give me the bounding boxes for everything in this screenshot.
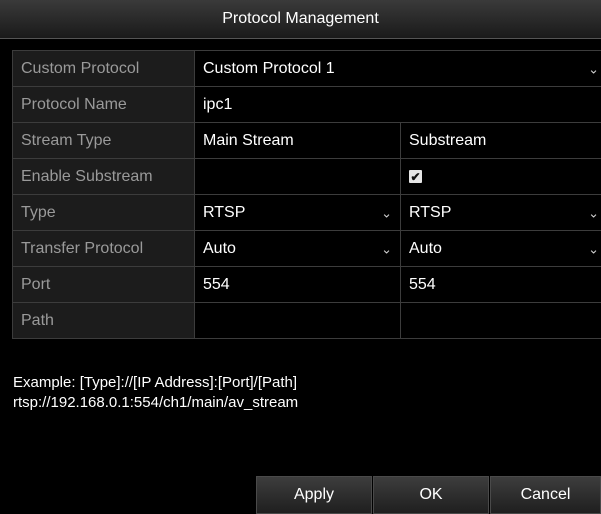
chevron-down-icon: ⌄: [588, 205, 599, 220]
row-type: Type RTSP ⌄ RTSP ⌄: [12, 195, 601, 231]
port-sub-input[interactable]: 554: [401, 267, 601, 302]
row-port: Port 554 554: [12, 267, 601, 303]
custom-protocol-value: Custom Protocol 1: [203, 59, 335, 77]
type-label: Type: [12, 195, 195, 230]
row-custom-protocol: Custom Protocol Custom Protocol 1 ⌄: [12, 51, 601, 87]
example-format-line: Example: [Type]://[IP Address]:[Port]/[P…: [13, 374, 298, 391]
chevron-down-icon: ⌄: [588, 241, 599, 256]
enable-substream-cell: ✔: [401, 159, 601, 194]
transfer-protocol-main-select[interactable]: Auto ⌄: [195, 231, 401, 266]
apply-button[interactable]: Apply: [256, 476, 372, 514]
type-main-value: RTSP: [203, 203, 246, 221]
chevron-down-icon: ⌄: [588, 61, 599, 76]
path-sub-input[interactable]: [401, 303, 601, 338]
row-transfer-protocol: Transfer Protocol Auto ⌄ Auto ⌄: [12, 231, 601, 267]
enable-substream-checkbox[interactable]: ✔: [409, 170, 422, 183]
path-main-input[interactable]: [195, 303, 401, 338]
row-path: Path: [12, 303, 601, 339]
custom-protocol-label: Custom Protocol: [12, 51, 195, 86]
row-stream-type: Stream Type Main Stream Substream: [12, 123, 601, 159]
protocol-name-label: Protocol Name: [12, 87, 195, 122]
chevron-down-icon: ⌄: [381, 205, 392, 220]
enable-substream-main-empty: [195, 159, 401, 194]
custom-protocol-select[interactable]: Custom Protocol 1 ⌄: [195, 51, 601, 86]
protocol-management-dialog: Protocol Management Custom Protocol Cust…: [0, 0, 601, 514]
type-main-select[interactable]: RTSP ⌄: [195, 195, 401, 230]
dialog-title: Protocol Management: [0, 0, 601, 39]
transfer-protocol-label: Transfer Protocol: [12, 231, 195, 266]
transfer-protocol-sub-value: Auto: [409, 239, 442, 257]
transfer-protocol-main-value: Auto: [203, 239, 236, 257]
substream-header: Substream: [401, 123, 601, 158]
row-protocol-name: Protocol Name ipc1: [12, 87, 601, 123]
example-text: Example: [Type]://[IP Address]:[Port]/[P…: [13, 373, 593, 413]
type-sub-value: RTSP: [409, 203, 452, 221]
type-sub-select[interactable]: RTSP ⌄: [401, 195, 601, 230]
transfer-protocol-sub-select[interactable]: Auto ⌄: [401, 231, 601, 266]
port-main-input[interactable]: 554: [195, 267, 401, 302]
protocol-name-input[interactable]: ipc1: [195, 87, 601, 122]
main-stream-header: Main Stream: [195, 123, 401, 158]
path-label: Path: [12, 303, 195, 338]
stream-type-label: Stream Type: [12, 123, 195, 158]
protocol-form: Custom Protocol Custom Protocol 1 ⌄ Prot…: [12, 50, 601, 339]
chevron-down-icon: ⌄: [381, 241, 392, 256]
cancel-button[interactable]: Cancel: [490, 476, 601, 514]
ok-button[interactable]: OK: [373, 476, 489, 514]
enable-substream-label: Enable Substream: [12, 159, 195, 194]
example-url-line: rtsp://192.168.0.1:554/ch1/main/av_strea…: [13, 394, 299, 411]
port-label: Port: [12, 267, 195, 302]
row-enable-substream: Enable Substream ✔: [12, 159, 601, 195]
